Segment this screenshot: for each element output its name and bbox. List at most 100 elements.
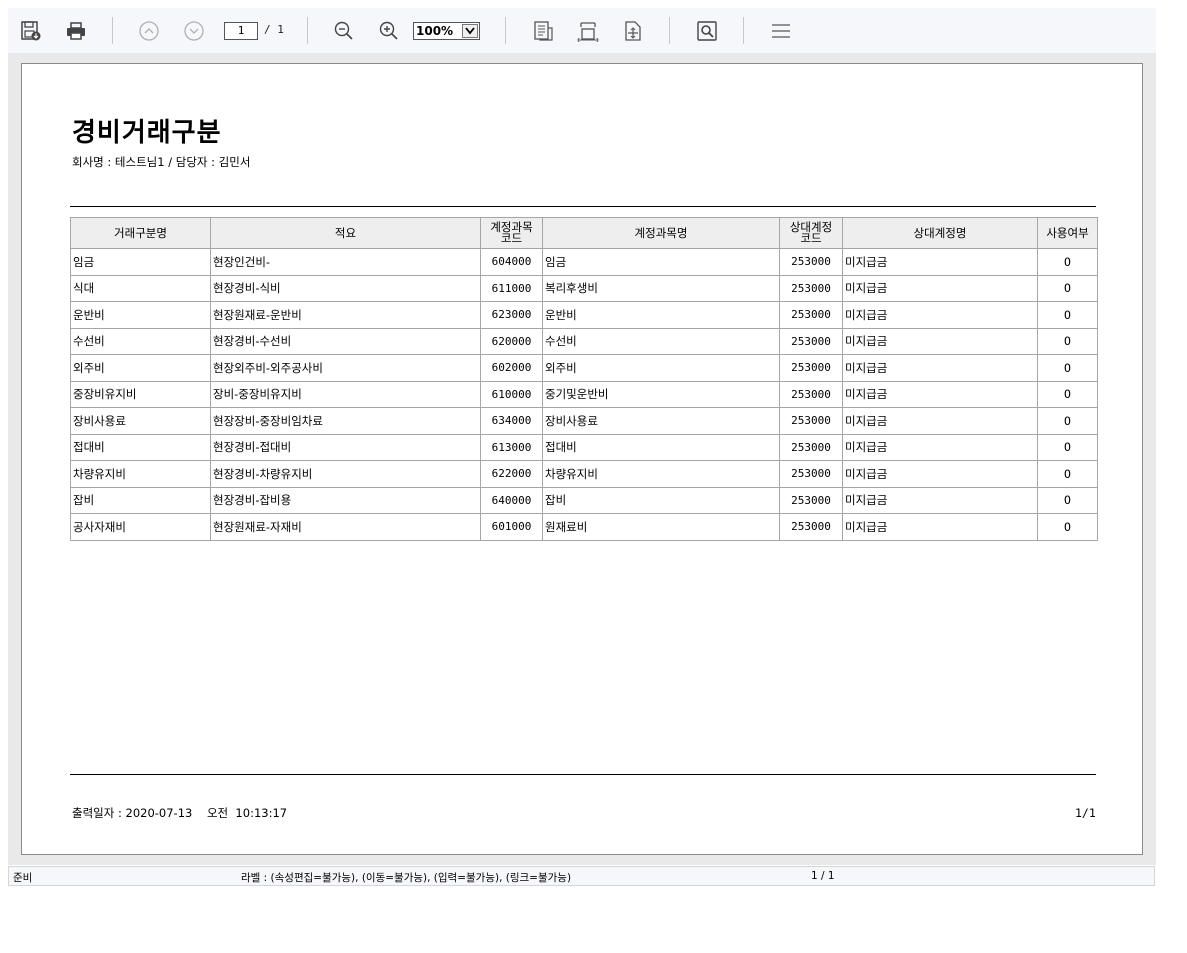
table-row: 공사자재비 현장원재료-자재비 601000 원재료비 253000 미지급금 O xyxy=(70,513,1098,541)
table-cell: 634000 xyxy=(480,407,543,435)
table-cell: 수선비 xyxy=(70,327,211,355)
table-cell: 253000 xyxy=(779,354,843,382)
table-cell: 미지급금 xyxy=(842,380,1038,408)
document-canvas[interactable]: 경비거래구분 회사명 : 테스트님1 / 담당자 : 김민서 거래구분명 적요 계정… xyxy=(8,53,1156,865)
page-number-input[interactable]: 1 xyxy=(224,22,258,40)
table-cell: 253000 xyxy=(779,301,843,329)
status-page: 1 / 1 xyxy=(811,870,835,882)
table-cell: 장비사용료 xyxy=(70,407,211,435)
table-cell: 현장장비-중장비임차료 xyxy=(210,407,481,435)
prev-page-icon[interactable] xyxy=(136,18,162,44)
table-cell: 253000 xyxy=(779,433,843,461)
table-cell: 610000 xyxy=(480,380,543,408)
find-icon[interactable] xyxy=(694,18,720,44)
column-header: 상대계정 코드 xyxy=(779,217,843,249)
table-cell: 현장경비-식비 xyxy=(210,274,481,302)
fit-width-icon[interactable] xyxy=(575,18,601,44)
report-viewer: 1 / 1 100% 경비거래구분 회사명: 테스트님1 / 담당자: 김민… xyxy=(8,8,1156,886)
column-header: 상대계정명 xyxy=(842,217,1038,249)
footer-divider xyxy=(70,774,1096,775)
column-header: 계정과목 코드 xyxy=(480,217,543,249)
table-cell: 253000 xyxy=(779,407,843,435)
table-cell: 253000 xyxy=(779,460,843,488)
table-cell: 620000 xyxy=(480,327,543,355)
print-date: 출력일자 : 2020-07-13 오전 10:13:17 xyxy=(72,806,288,820)
table-cell: 접대비 xyxy=(70,433,211,461)
table-cell: 미지급금 xyxy=(842,433,1038,461)
table-cell: O xyxy=(1037,460,1098,488)
table-cell: 604000 xyxy=(480,248,543,276)
table-cell: 미지급금 xyxy=(842,407,1038,435)
page-title: 경비거래구분 xyxy=(72,118,222,148)
menu-icon[interactable] xyxy=(768,18,794,44)
table-row: 식대 현장경비-식비 611000 복리후생비 253000 미지급금 O xyxy=(70,274,1098,302)
company-manager-info: 회사명 : 테스트님1 / 담당자 : 김민서 xyxy=(72,155,251,169)
print-icon[interactable] xyxy=(63,18,89,44)
table-header-row: 거래구분명 적요 계정과목 코드 계정과목명 상대계정 코드 상대계정명 사용여부 xyxy=(70,217,1098,249)
table-cell: 외주비 xyxy=(542,354,780,382)
table-cell: O xyxy=(1037,248,1098,276)
table-cell: 640000 xyxy=(480,486,543,514)
separator xyxy=(112,17,113,44)
table-row: 임금 현장인건비- 604000 임금 253000 미지급금 O xyxy=(70,248,1098,276)
column-header: 사용여부 xyxy=(1037,217,1098,249)
status-label-info: 라벨 : (속성편집=불가능), (이동=불가능), (입력=불가능), (링크… xyxy=(241,872,572,884)
table-cell: 접대비 xyxy=(542,433,780,461)
table-cell: 현장원재료-운반비 xyxy=(210,301,481,329)
zoom-in-icon[interactable] xyxy=(376,18,402,44)
header-divider xyxy=(70,206,1096,207)
table-cell: 611000 xyxy=(480,274,543,302)
table-cell: 미지급금 xyxy=(842,248,1038,276)
table-row: 수선비 현장경비-수선비 620000 수선비 253000 미지급금 O xyxy=(70,327,1098,355)
save-icon[interactable] xyxy=(18,18,44,44)
table-cell: 외주비 xyxy=(70,354,211,382)
separator xyxy=(505,17,506,44)
table-cell: 253000 xyxy=(779,327,843,355)
chevron-down-icon xyxy=(462,24,478,38)
table-cell: O xyxy=(1037,380,1098,408)
table-cell: 공사자재비 xyxy=(70,513,211,541)
table-cell: 운반비 xyxy=(542,301,780,329)
table-cell: 현장인건비- xyxy=(210,248,481,276)
table-cell: 601000 xyxy=(480,513,543,541)
zoom-value: 100% xyxy=(416,24,454,38)
table-cell: 현장경비-수선비 xyxy=(210,327,481,355)
table-cell: 현장경비-차량유지비 xyxy=(210,460,481,488)
table-cell: 잡비 xyxy=(542,486,780,514)
next-page-icon[interactable] xyxy=(181,18,207,44)
fit-page-icon[interactable] xyxy=(530,18,556,44)
zoom-out-icon[interactable] xyxy=(331,18,357,44)
table-cell: 현장경비-잡비용 xyxy=(210,486,481,514)
table-cell: O xyxy=(1037,327,1098,355)
table-cell: 623000 xyxy=(480,301,543,329)
footer-page-number: 1/1 xyxy=(1075,806,1096,820)
table-cell: 253000 xyxy=(779,274,843,302)
table-cell: O xyxy=(1037,274,1098,302)
table-cell: 미지급금 xyxy=(842,460,1038,488)
column-header: 적요 xyxy=(210,217,481,249)
toolbar: 1 / 1 100% xyxy=(8,8,1156,53)
zoom-select[interactable]: 100% xyxy=(413,22,480,40)
table-cell: 장비사용료 xyxy=(542,407,780,435)
table-cell: 613000 xyxy=(480,433,543,461)
separator xyxy=(307,17,308,44)
table-cell: 수선비 xyxy=(542,327,780,355)
table-cell: 253000 xyxy=(779,380,843,408)
table-cell: 임금 xyxy=(70,248,211,276)
report-page: 경비거래구분 회사명 : 테스트님1 / 담당자 : 김민서 거래구분명 적요 계정… xyxy=(21,63,1143,855)
column-header: 계정과목명 xyxy=(542,217,780,249)
separator xyxy=(743,17,744,44)
table-cell: 식대 xyxy=(70,274,211,302)
table-row: 운반비 현장원재료-운반비 623000 운반비 253000 미지급금 O xyxy=(70,301,1098,329)
table-cell: O xyxy=(1037,301,1098,329)
table-cell: 중장비유지비 xyxy=(70,380,211,408)
table-cell: 중기및운반비 xyxy=(542,380,780,408)
table-cell: 미지급금 xyxy=(842,513,1038,541)
column-header: 거래구분명 xyxy=(70,217,211,249)
table-row: 중장비유지비 장비-중장비유지비 610000 중기및운반비 253000 미지급금 O xyxy=(70,380,1098,408)
fit-original-icon[interactable] xyxy=(620,18,646,44)
table-cell: 253000 xyxy=(779,248,843,276)
table-cell: 미지급금 xyxy=(842,301,1038,329)
table-cell: 차량유지비 xyxy=(542,460,780,488)
table-cell: 미지급금 xyxy=(842,486,1038,514)
